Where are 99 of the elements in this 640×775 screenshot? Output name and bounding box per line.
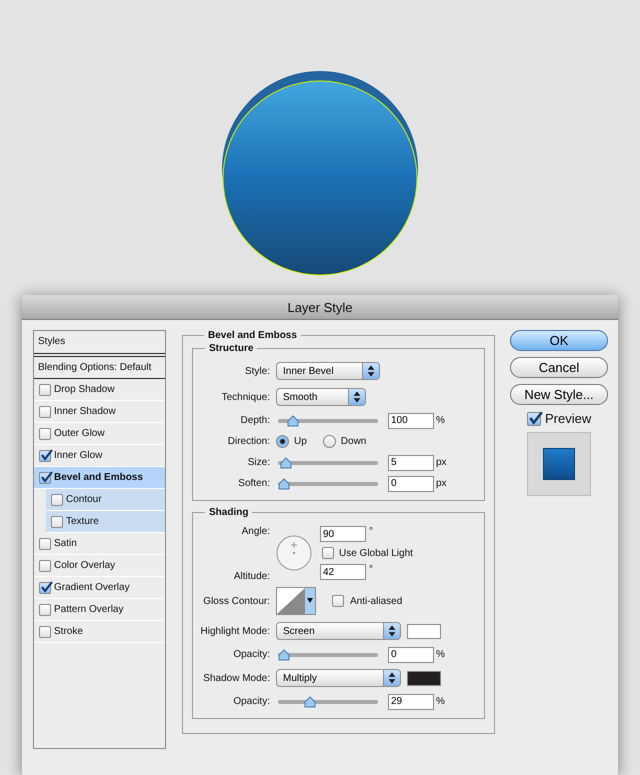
checkbox[interactable]: [527, 412, 541, 426]
unit-label: px: [436, 457, 447, 468]
field-label: Soften:: [237, 478, 270, 489]
field-label: Highlight Mode:: [200, 626, 270, 636]
field-label: Altitude:: [232, 571, 270, 582]
list-item-label: Color Overlay: [54, 560, 116, 571]
list-item[interactable]: Texture: [46, 511, 165, 533]
checkbox[interactable]: [39, 560, 51, 572]
field-label: Direction:: [226, 436, 270, 447]
list-item[interactable]: Inner Shadow: [34, 401, 165, 423]
stepper-icon: [362, 363, 379, 379]
group-title: Bevel and Emboss: [207, 330, 298, 341]
checkbox[interactable]: [39, 428, 51, 440]
dropdown[interactable]: Screen: [276, 622, 401, 640]
color-swatch[interactable]: [407, 624, 441, 638]
list-item-label: Outer Glow: [54, 428, 105, 439]
list-item-label: Texture: [66, 516, 99, 527]
field-label: Depth:: [240, 415, 270, 426]
checkbox[interactable]: [39, 472, 51, 484]
radio-button[interactable]: [322, 435, 336, 448]
dialog-button[interactable]: Cancel: [510, 357, 608, 378]
radio-label: Up: [294, 436, 307, 447]
list-item[interactable]: Satin: [34, 533, 165, 555]
checkbox[interactable]: [332, 595, 344, 607]
radio-button[interactable]: [276, 435, 289, 448]
field-label: Shadow Mode:: [202, 672, 270, 684]
checkbox[interactable]: [51, 516, 63, 528]
number-field[interactable]: 100: [388, 412, 434, 428]
list-item-label: Bevel and Emboss: [54, 472, 143, 483]
list-item-label: Gradient Overlay: [54, 582, 130, 593]
list-item[interactable]: Stroke: [34, 621, 165, 643]
number-field[interactable]: 42: [320, 564, 366, 580]
color-swatch[interactable]: [407, 670, 441, 686]
checkbox-label: Use Global Light: [339, 548, 413, 558]
number-field[interactable]: 0: [388, 646, 434, 662]
number-field[interactable]: 29: [388, 694, 434, 710]
number-field[interactable]: 0: [388, 476, 434, 492]
list-item[interactable]: Blending Options: Default: [34, 357, 165, 379]
number-field[interactable]: 5: [388, 454, 434, 470]
dialog-button[interactable]: New Style...: [510, 384, 608, 405]
checkbox[interactable]: [51, 494, 63, 506]
checkbox[interactable]: [39, 450, 51, 462]
group-title: Shading: [208, 507, 250, 518]
list-item-label: Inner Shadow: [54, 406, 116, 417]
checkbox[interactable]: [39, 626, 51, 638]
list-item[interactable]: Pattern Overlay: [34, 599, 165, 621]
field-label: Opacity:: [232, 696, 270, 707]
list-item[interactable]: Outer Glow: [34, 423, 165, 445]
slider-thumb[interactable]: [304, 696, 316, 708]
list-item-label: Satin: [54, 538, 77, 549]
field-label: Style:: [244, 366, 270, 376]
list-item[interactable]: Contour: [46, 489, 165, 511]
slider-thumb[interactable]: [278, 478, 290, 490]
list-item[interactable]: Color Overlay: [34, 555, 165, 577]
list-item-label: Stroke: [54, 626, 83, 637]
stepper-icon: [348, 389, 365, 405]
list-item[interactable]: Bevel and Emboss: [34, 467, 165, 489]
checkbox[interactable]: [39, 406, 51, 418]
list-item-label: Drop Shadow: [54, 384, 115, 395]
field-label: Angle:: [240, 526, 270, 537]
dialog-button[interactable]: OK: [510, 330, 608, 351]
unit-label: %: [436, 649, 445, 660]
field-label: Technique:: [220, 392, 270, 402]
list-item[interactable]: Drop Shadow: [34, 379, 165, 401]
checkbox[interactable]: [39, 538, 51, 550]
slider-thumb[interactable]: [278, 648, 290, 660]
angle-dial[interactable]: [276, 535, 312, 571]
unit-label: °: [369, 564, 373, 575]
unit-label: %: [436, 696, 445, 707]
unit-label: px: [436, 478, 447, 489]
checkbox[interactable]: [39, 582, 51, 594]
number-field[interactable]: 90: [320, 526, 366, 542]
field-label: Size:: [246, 457, 270, 468]
checkbox-label: Preview: [545, 411, 592, 426]
dropdown[interactable]: Smooth: [276, 388, 366, 406]
dropdown[interactable]: Inner Bevel: [276, 362, 380, 380]
window-title: Layer Style: [287, 300, 353, 314]
group-title: Structure: [208, 343, 254, 354]
field-label: Opacity:: [232, 649, 270, 660]
square-icon: [543, 448, 575, 480]
list-item-label: Inner Glow: [54, 450, 102, 461]
checkbox[interactable]: [322, 547, 334, 559]
list-item-label: Pattern Overlay: [54, 604, 124, 615]
checkbox-label: Anti-aliased: [350, 596, 402, 606]
checkbox[interactable]: [39, 384, 51, 396]
stepper-icon: [383, 670, 400, 686]
stepper-icon: [383, 623, 400, 639]
unit-label: °: [369, 526, 373, 537]
field-label: Gloss Contour:: [202, 596, 270, 606]
dropdown[interactable]: Multiply: [276, 669, 401, 687]
radio-label: Down: [340, 436, 366, 447]
contour-picker[interactable]: [276, 587, 316, 615]
unit-label: %: [436, 415, 445, 426]
list-item-label: Contour: [66, 494, 102, 505]
checkbox[interactable]: [39, 604, 51, 616]
slider-thumb[interactable]: [286, 414, 299, 426]
slider-thumb[interactable]: [280, 456, 292, 468]
list-item[interactable]: Gradient Overlay: [34, 577, 165, 599]
list-header: Styles: [34, 331, 165, 357]
